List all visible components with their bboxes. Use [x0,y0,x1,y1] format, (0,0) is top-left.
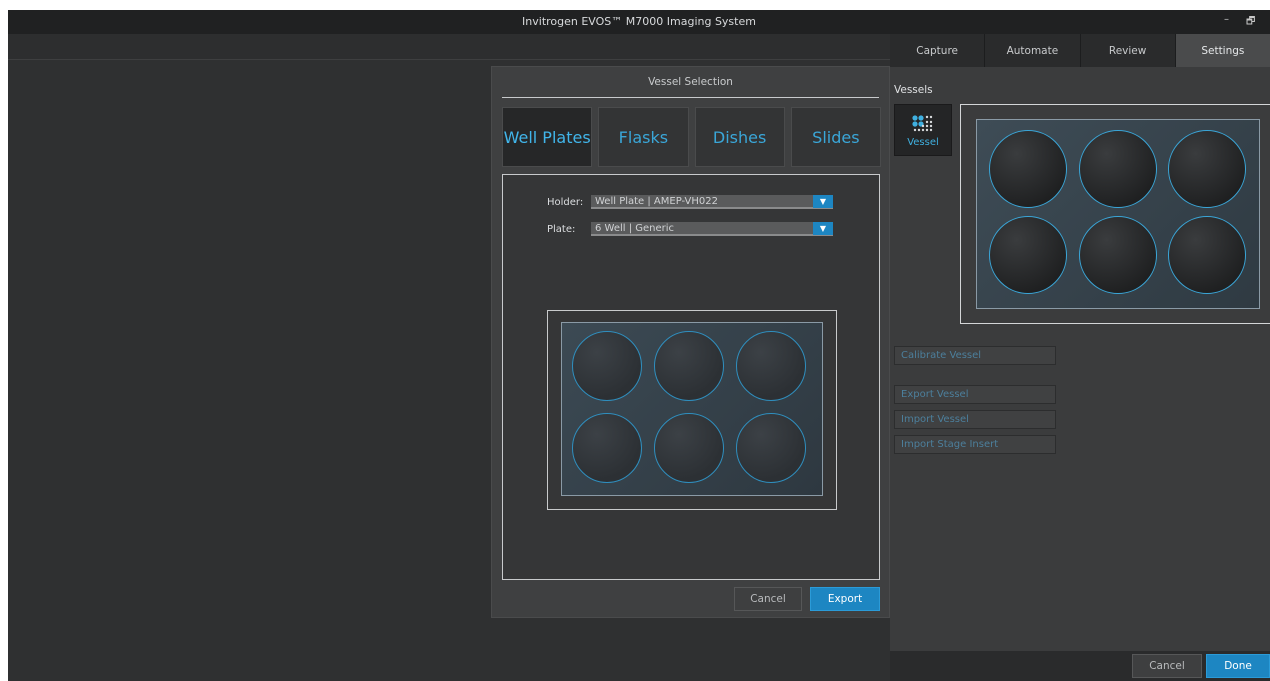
window-title: Invitrogen EVOS™ M7000 Imaging System [522,15,756,28]
app-window: Invitrogen EVOS™ M7000 Imaging System – … [8,10,1270,681]
vessel-selection-dialog: Vessel Selection Well Plates Flasks Dish… [491,66,890,618]
category-slides[interactable]: Slides [790,107,881,167]
import-vessel-button[interactable]: Import Vessel [894,410,1056,429]
workspace-toolbar [8,34,890,60]
tab-automate[interactable]: Automate [985,34,1081,67]
plate-row: Plate: 6 Well | Generic ▼ [547,221,833,237]
mode-tabs: Capture Automate Review Settings [890,34,1270,67]
tab-review[interactable]: Review [1081,34,1176,67]
holder-row: Holder: Well Plate | AMEP-VH022 ▼ [547,194,833,210]
holder-label: Holder: [547,196,584,208]
plate-well [736,413,806,483]
preview-well [1168,130,1246,208]
dialog-export-button[interactable]: Export [810,587,880,611]
plate-well [736,331,806,401]
preview-plate [976,119,1260,309]
plate-select[interactable]: 6 Well | Generic ▼ [591,222,833,236]
export-vessel-button[interactable]: Export Vessel [894,385,1056,404]
plate-diagram [561,322,823,496]
vessel-preview [960,104,1270,324]
settings-panel: Capture Automate Review Settings Vessels [890,34,1270,681]
plate-well [654,331,724,401]
dialog-title: Vessel Selection [502,73,879,98]
vessel-button[interactable]: Vessel [894,104,952,156]
cancel-button[interactable]: Cancel [1132,654,1202,678]
vessel-button-label: Vessel [907,136,939,148]
preview-well [1079,130,1157,208]
restore-icon[interactable]: 🗗 [1246,14,1255,31]
plate-well [572,413,642,483]
plate-label: Plate: [547,223,576,235]
plate-value: 6 Well | Generic [595,223,675,234]
plate-well [572,331,642,401]
preview-well [989,130,1067,208]
preview-well [1079,216,1157,294]
settings-footer: Cancel Done [890,651,1270,681]
section-label-vessels: Vessels [894,84,933,96]
done-button[interactable]: Done [1206,654,1270,678]
vessel-category-tabs: Well Plates Flasks Dishes Slides [502,107,881,167]
holder-value: Well Plate | AMEP-VH022 [595,196,718,207]
category-dishes[interactable]: Dishes [694,107,785,167]
calibrate-vessel-button[interactable]: Calibrate Vessel [894,346,1056,365]
plate-well [654,413,724,483]
preview-well [1168,216,1246,294]
tab-settings[interactable]: Settings [1175,34,1270,67]
vessel-config-area: Holder: Well Plate | AMEP-VH022 ▼ Plate:… [502,174,880,580]
preview-well [989,216,1067,294]
title-bar: Invitrogen EVOS™ M7000 Imaging System – … [8,10,1270,34]
dialog-cancel-button[interactable]: Cancel [734,587,802,611]
holder-select[interactable]: Well Plate | AMEP-VH022 ▼ [591,195,833,209]
category-flasks[interactable]: Flasks [598,107,689,167]
tab-capture[interactable]: Capture [890,34,986,67]
chevron-down-icon[interactable]: ▼ [813,222,833,235]
import-stage-insert-button[interactable]: Import Stage Insert [894,435,1056,454]
category-well-plates[interactable]: Well Plates [502,107,593,167]
vessel-grid-icon [912,114,933,131]
chevron-down-icon[interactable]: ▼ [813,195,833,208]
plate-preview [547,310,837,510]
minimize-icon[interactable]: – [1224,14,1229,25]
